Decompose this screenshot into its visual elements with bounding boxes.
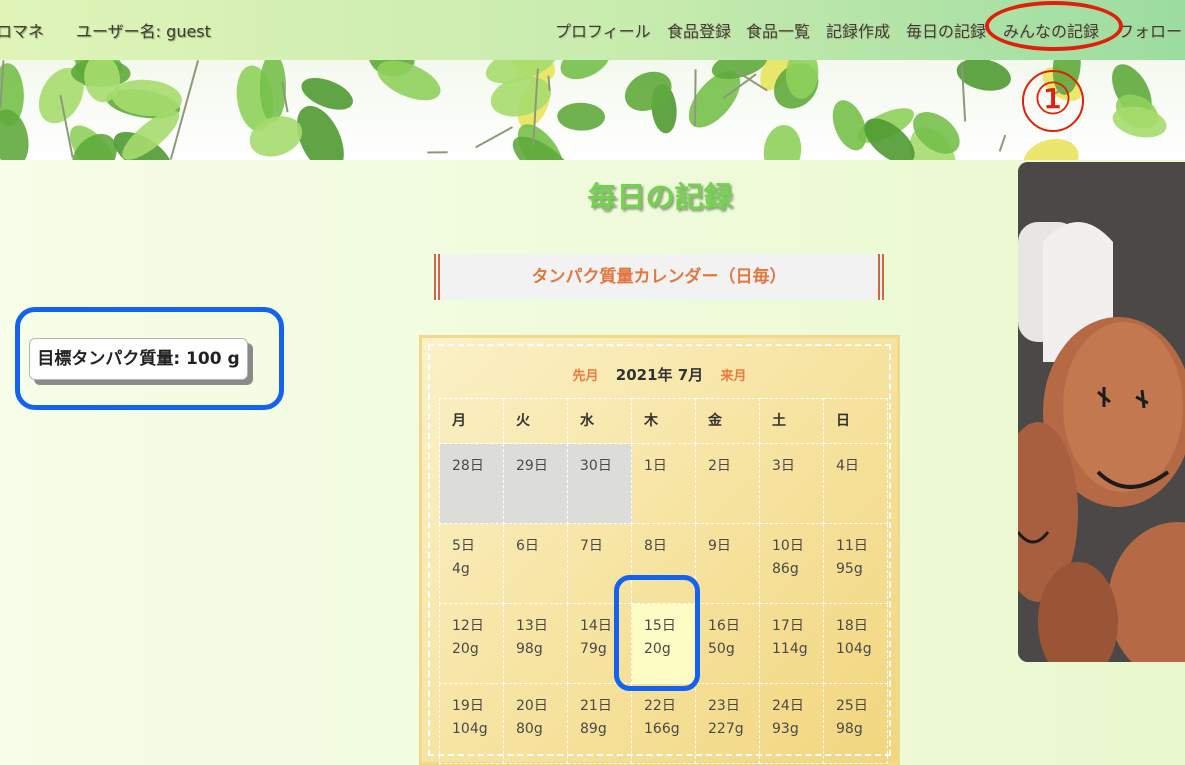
calendar-day-cell[interactable]: 2日	[696, 444, 760, 524]
calendar-day-cell[interactable]: 29日	[504, 444, 568, 524]
day-number: 17日	[772, 615, 823, 638]
weekday-header: 火	[504, 399, 568, 444]
calendar-day-cell[interactable]: 19日104g	[440, 684, 504, 764]
day-number: 5日	[452, 535, 503, 558]
protein-amount: 98g	[516, 638, 567, 661]
day-number: 7日	[580, 535, 631, 558]
calendar-day-cell[interactable]: 30日	[568, 444, 632, 524]
nav-daily-record[interactable]: 毎日の記録	[906, 18, 986, 42]
weekday-header: 月	[440, 399, 504, 444]
weekday-header: 日	[824, 399, 888, 444]
protein-amount: 166g	[644, 718, 695, 741]
calendar-day-cell[interactable]: 4日	[824, 444, 888, 524]
protein-amount: 4g	[452, 558, 503, 581]
calendar-day-cell[interactable]: 5日4g	[440, 524, 504, 604]
calendar-day-cell[interactable]: 24日93g	[760, 684, 824, 764]
calendar-day-cell[interactable]: 9日	[696, 524, 760, 604]
day-number: 23日	[708, 695, 759, 718]
protein-amount: 93g	[772, 718, 823, 741]
protein-amount: 104g	[836, 638, 887, 661]
day-number: 30日	[580, 455, 631, 478]
protein-amount: 227g	[708, 718, 759, 741]
day-number: 8日	[644, 535, 695, 558]
protein-amount: 98g	[836, 718, 887, 741]
weekday-header: 金	[696, 399, 760, 444]
protein-amount: 86g	[772, 558, 823, 581]
day-number: 12日	[452, 615, 503, 638]
calendar-day-cell[interactable]: 18日104g	[824, 604, 888, 684]
current-month-label: 2021年 7月	[616, 366, 703, 384]
calendar-month-nav: 先月 2021年 7月 来月	[430, 364, 889, 385]
annotation-red-oval	[985, 1, 1123, 51]
calendar-day-cell[interactable]: 21日89g	[568, 684, 632, 764]
protein-amount: 80g	[516, 718, 567, 741]
protein-target-card: 目標タンパク質量: 100 g	[29, 338, 248, 380]
calendar-day-cell[interactable]: 23日227g	[696, 684, 760, 764]
calendar-day-cell[interactable]: 13日98g	[504, 604, 568, 684]
day-number: 21日	[580, 695, 631, 718]
day-number: 3日	[772, 455, 823, 478]
day-number: 1日	[644, 455, 695, 478]
day-number: 9日	[708, 535, 759, 558]
username-label: ユーザー名: guest	[76, 18, 211, 42]
weekday-header: 水	[568, 399, 632, 444]
nav-food-register[interactable]: 食品登録	[667, 18, 731, 42]
weekday-header: 木	[632, 399, 696, 444]
prev-month-link[interactable]: 先月	[573, 369, 599, 384]
top-navbar: ロマネ ユーザー名: guest プロフィール 食品登録 食品一覧 記録作成 毎…	[0, 0, 1185, 60]
annotation-blue-box-day	[614, 575, 700, 691]
egg-photo-art	[1018, 162, 1185, 662]
protein-amount: 20g	[452, 638, 503, 661]
protein-calendar: 先月 2021年 7月 来月 月火水木金土日 28日 29日 30日 1日 2日 3日 4日…	[419, 335, 900, 765]
next-month-link[interactable]: 来月	[720, 369, 746, 384]
page-title: 毎日の記録	[540, 174, 780, 216]
calendar-day-cell[interactable]: 10日86g	[760, 524, 824, 604]
egg-photo	[1018, 162, 1185, 662]
day-number: 2日	[708, 455, 759, 478]
day-number: 29日	[516, 455, 567, 478]
protein-amount: 89g	[580, 718, 631, 741]
day-number: 22日	[644, 695, 695, 718]
day-number: 25日	[836, 695, 887, 718]
day-number: 24日	[772, 695, 823, 718]
nav-profile[interactable]: プロフィール	[555, 18, 651, 42]
day-number: 20日	[516, 695, 567, 718]
day-number: 6日	[516, 535, 567, 558]
day-number: 19日	[452, 695, 503, 718]
day-number: 10日	[772, 535, 823, 558]
day-number: 16日	[708, 615, 759, 638]
calendar-heading: タンパク質量カレンダー（日毎）	[434, 254, 884, 300]
calendar-day-cell[interactable]: 25日98g	[824, 684, 888, 764]
calendar-day-cell[interactable]: 22日166g	[632, 684, 696, 764]
calendar-day-cell[interactable]: 6日	[504, 524, 568, 604]
day-number: 4日	[836, 455, 887, 478]
protein-amount: 114g	[772, 638, 823, 661]
calendar-day-cell[interactable]: 3日	[760, 444, 824, 524]
day-number: 18日	[836, 615, 887, 638]
nav-create-record[interactable]: 記録作成	[826, 18, 890, 42]
day-number: 11日	[836, 535, 887, 558]
leaf-banner	[0, 60, 1185, 160]
day-number: 28日	[452, 455, 503, 478]
calendar-day-cell[interactable]: 20日80g	[504, 684, 568, 764]
calendar-day-cell[interactable]: 16日50g	[696, 604, 760, 684]
brand-logo-text[interactable]: ロマネ	[0, 18, 44, 42]
calendar-day-cell[interactable]: 28日	[440, 444, 504, 524]
nav-follow[interactable]: フォロー	[1118, 18, 1182, 42]
calendar-day-cell[interactable]: 12日20g	[440, 604, 504, 684]
protein-amount: 95g	[836, 558, 887, 581]
protein-amount: 104g	[452, 718, 503, 741]
protein-amount: 50g	[708, 638, 759, 661]
weekday-header: 土	[760, 399, 824, 444]
calendar-week-row: 19日104g20日80g21日89g22日166g23日227g24日93g2…	[440, 684, 888, 764]
calendar-day-cell[interactable]: 11日95g	[824, 524, 888, 604]
calendar-day-cell[interactable]: 17日114g	[760, 604, 824, 684]
calendar-week-row: 28日 29日 30日 1日 2日 3日 4日	[440, 444, 888, 524]
calendar-day-cell[interactable]: 1日	[632, 444, 696, 524]
calendar-frame: 先月 2021年 7月 来月 月火水木金土日 28日 29日 30日 1日 2日 3日 4日…	[428, 344, 891, 756]
nav-food-list[interactable]: 食品一覧	[746, 18, 810, 42]
day-number: 13日	[516, 615, 567, 638]
annotation-circle-number: ①	[1022, 70, 1084, 132]
leaf-banner-art	[0, 60, 1185, 160]
